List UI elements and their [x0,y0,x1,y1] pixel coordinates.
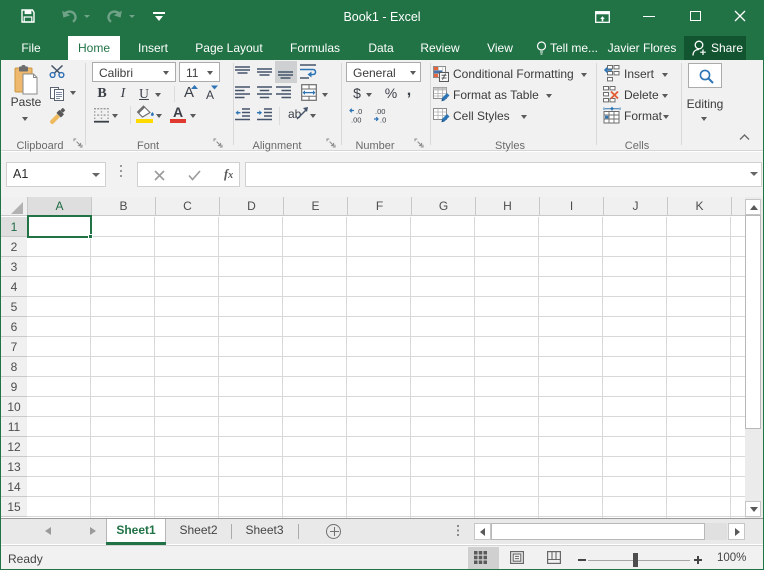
svg-text:.00: .00 [351,116,361,125]
svg-text:.0: .0 [380,116,386,125]
